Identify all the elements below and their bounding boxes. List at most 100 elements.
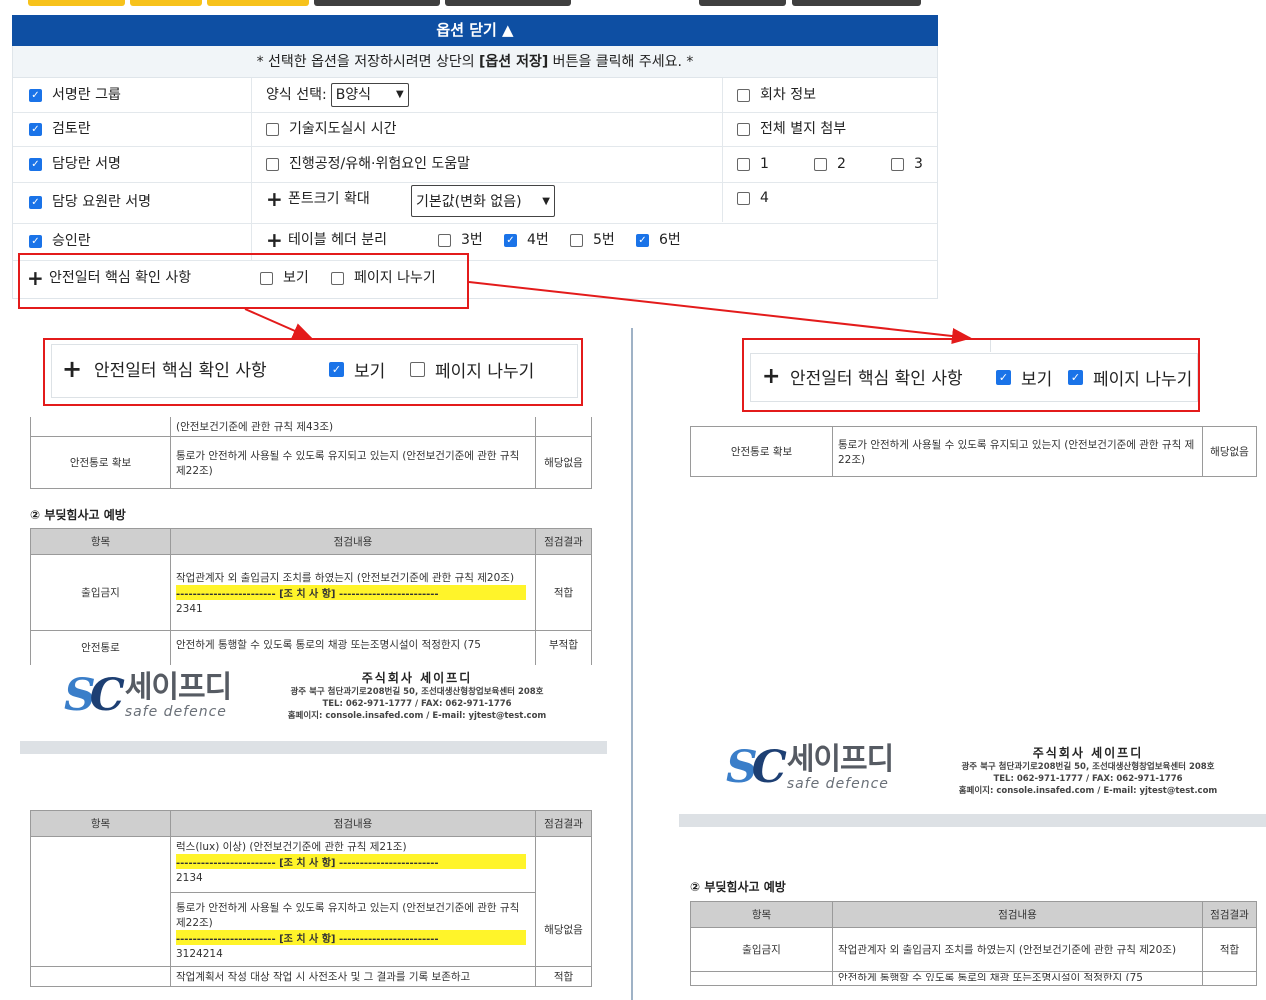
option-attach-1[interactable]: 1 bbox=[737, 154, 769, 174]
logo-text: 세이프디 bbox=[124, 669, 232, 705]
checkbox-approval[interactable]: ✓ bbox=[29, 234, 42, 248]
options-notice: * 선택한 옵션을 저장하시려면 상단의 [옵션 저장] 버튼을 클릭해 주세요… bbox=[13, 46, 937, 78]
company-name: 주식회사 세이프디 bbox=[361, 671, 473, 685]
checkbox-header-6[interactable]: ✓ bbox=[636, 233, 649, 247]
option-label: 회차 정보 bbox=[760, 87, 816, 103]
table-header: 점검내용 bbox=[170, 528, 536, 555]
zoom-right-page-break[interactable]: ✓ 페이지 나누기 bbox=[1068, 365, 1193, 390]
toolbar-button-5[interactable] bbox=[445, 0, 571, 6]
option-round-info[interactable]: 회차 정보 bbox=[737, 85, 816, 105]
checkbox-tech-guidance[interactable] bbox=[266, 122, 279, 136]
checkbox-process-help[interactable] bbox=[266, 157, 279, 171]
checkbox-attach-1[interactable] bbox=[737, 157, 750, 171]
notice-bold: [옵션 저장] bbox=[479, 54, 549, 70]
table-cell-content: 통로가 안전하게 사용될 수 있도록 유지하고 있는지 (안전보건기준에 관한 … bbox=[170, 892, 536, 967]
option-header-3[interactable]: 3번 bbox=[438, 230, 483, 250]
plus-icon: + bbox=[266, 228, 283, 252]
option-approval[interactable]: ✓ 승인란 bbox=[29, 231, 91, 251]
checkbox-review[interactable]: ✓ bbox=[29, 122, 42, 136]
checkbox-header-4[interactable]: ✓ bbox=[504, 233, 517, 247]
zoom-left-page-break[interactable]: 페이지 나누기 bbox=[410, 357, 535, 382]
option-header-4[interactable]: ✓ 4번 bbox=[504, 230, 549, 250]
option-label: 3번 bbox=[461, 232, 483, 248]
checkbox-round-info[interactable] bbox=[737, 88, 750, 102]
table-cell: (안전보건기준에 관한 규칙 제43조) bbox=[170, 417, 536, 437]
table-cell-item: 출입금지 bbox=[30, 554, 171, 631]
option-attach-3[interactable]: 3 bbox=[891, 154, 923, 174]
checkbox-zoom-right-view[interactable]: ✓ bbox=[996, 370, 1011, 385]
option-label: 2 bbox=[837, 156, 846, 172]
highlight-safety-row bbox=[18, 253, 469, 309]
option-tech-guidance[interactable]: 기술지도실시 시간 bbox=[266, 119, 397, 139]
section-title: ② 부딪힘사고 예방 bbox=[30, 508, 126, 522]
checkbox-header-5[interactable] bbox=[570, 233, 583, 247]
table-cell bbox=[30, 417, 171, 437]
zoom-left-view[interactable]: ✓ 보기 bbox=[329, 357, 386, 382]
checkbox-agent-signature[interactable]: ✓ bbox=[29, 195, 42, 209]
form-select-label: 양식 선택: bbox=[266, 87, 327, 103]
checkbox-zoom-left-view[interactable]: ✓ bbox=[329, 362, 344, 377]
table-header: 항목 bbox=[30, 528, 171, 555]
option-agent-signature[interactable]: ✓ 담당 요원란 서명 bbox=[29, 192, 151, 212]
checkbox-staff-signature[interactable]: ✓ bbox=[29, 157, 42, 171]
toolbar-button-6[interactable] bbox=[699, 0, 786, 6]
option-header-5[interactable]: 5번 bbox=[570, 230, 615, 250]
checkbox-attach-2[interactable] bbox=[814, 157, 827, 171]
zoom-right-view[interactable]: ✓ 보기 bbox=[996, 365, 1053, 390]
chevron-down-icon: ▼ bbox=[395, 89, 404, 100]
checkbox-zoom-right-page-break[interactable]: ✓ bbox=[1068, 370, 1083, 385]
table-cell-item: 출입금지 bbox=[690, 927, 833, 972]
option-attach-all[interactable]: 전체 별지 첨부 bbox=[737, 119, 846, 139]
page-separator bbox=[679, 814, 1266, 827]
checkbox-attach-all[interactable] bbox=[737, 122, 750, 136]
table-cell-result: 해당없음 bbox=[1202, 426, 1257, 477]
left-page2-table: 항목 점검내용 점검결과 럭스(lux) 이상) (안전보건기준에 관한 규칙 … bbox=[30, 810, 592, 987]
font-size-select[interactable]: 기본값(변화 없음) ▼ bbox=[411, 185, 555, 217]
plus-icon: + bbox=[62, 354, 83, 383]
toolbar-button-1[interactable] bbox=[28, 0, 125, 6]
company-web: 홈페이지: console.insafed.com / E-mail: yjte… bbox=[958, 786, 1218, 796]
table-row: 통로가 안전하게 사용될 수 있도록 유지하고 있는지 (안전보건기준에 관한 … bbox=[30, 892, 592, 967]
table-header: 점검내용 bbox=[832, 901, 1203, 928]
table-header: 점검결과 bbox=[535, 810, 592, 837]
action-banner: ------------------------ [조 치 사 항] -----… bbox=[176, 585, 526, 600]
zoom-left-label: 안전일터 핵심 확인 사항 bbox=[94, 361, 267, 381]
toolbar-button-2[interactable] bbox=[130, 0, 202, 6]
option-header-6[interactable]: ✓ 6번 bbox=[636, 230, 681, 250]
checkbox-attach-3[interactable] bbox=[891, 157, 904, 171]
checkbox-header-3[interactable] bbox=[438, 233, 451, 247]
option-review[interactable]: ✓ 검토란 bbox=[29, 119, 91, 139]
logo-mark-icon: SC bbox=[726, 742, 787, 793]
option-label: 전체 별지 첨부 bbox=[760, 121, 847, 137]
checkbox-signature-group[interactable]: ✓ bbox=[29, 88, 42, 102]
toolbar-button-3[interactable] bbox=[207, 0, 309, 6]
option-label: 페이지 나누기 bbox=[1093, 370, 1193, 390]
content-text: 안전하게 통행할 수 있도록 통로의 채광 또는조명시설이 적정한지 (75 bbox=[838, 973, 1143, 981]
options-toggle-header[interactable]: 옵션 닫기 ▲ bbox=[12, 15, 938, 46]
table-cell-content: 통로가 안전하게 사용될 수 있도록 유지되고 있는지 (안전보건기준에 관한 … bbox=[832, 426, 1203, 477]
arrow-to-left-zoom bbox=[244, 308, 313, 339]
toolbar-button-7[interactable] bbox=[792, 0, 921, 6]
table-cell-content: 안전하게 통행할 수 있도록 통로의 채광 또는조명시설이 적정한지 (75 bbox=[832, 971, 1203, 986]
toolbar-button-4[interactable] bbox=[314, 0, 440, 6]
table-header: 점검내용 bbox=[170, 810, 536, 837]
table-row: 작업계획서 작성 대상 작업 시 사전조사 및 그 결과를 기록 보존하고 적합 bbox=[30, 966, 592, 987]
option-process-help[interactable]: 진행공정/유해·위험요인 도움말 bbox=[266, 154, 470, 174]
table-row: 출입금지 작업관계자 외 출입금지 조치를 하였는지 (안전보건기준에 관한 규… bbox=[30, 554, 592, 631]
company-info: 주식회사 세이프디 광주 북구 첨단과기로208번길 50, 조선대생산형창업보… bbox=[938, 744, 1238, 797]
content-text: 통로가 안전하게 사용될 수 있도록 유지하고 있는지 (안전보건기준에 관한 … bbox=[176, 901, 520, 929]
option-signature-group[interactable]: ✓ 서명란 그룹 bbox=[29, 85, 121, 105]
option-staff-signature[interactable]: ✓ 담당란 서명 bbox=[29, 154, 121, 174]
option-attach-4[interactable]: 4 bbox=[737, 188, 769, 208]
zoom-right-row: + 안전일터 핵심 확인 사항 bbox=[762, 364, 963, 389]
table-row: 출입금지 작업관계자 외 출입금지 조치를 하였는지 (안전보건기준에 관한 규… bbox=[690, 927, 1257, 972]
table-cell-item: 안전통로 bbox=[30, 630, 171, 665]
form-select[interactable]: B양식 ▼ bbox=[330, 83, 409, 107]
checkbox-zoom-left-page-break[interactable] bbox=[410, 362, 425, 377]
plus-icon: + bbox=[762, 363, 781, 389]
checkbox-attach-4[interactable] bbox=[737, 191, 750, 205]
company-name: 주식회사 세이프디 bbox=[1032, 746, 1144, 760]
option-attach-2[interactable]: 2 bbox=[814, 154, 846, 174]
page-separator bbox=[20, 741, 607, 754]
option-label: 1 bbox=[760, 156, 769, 172]
